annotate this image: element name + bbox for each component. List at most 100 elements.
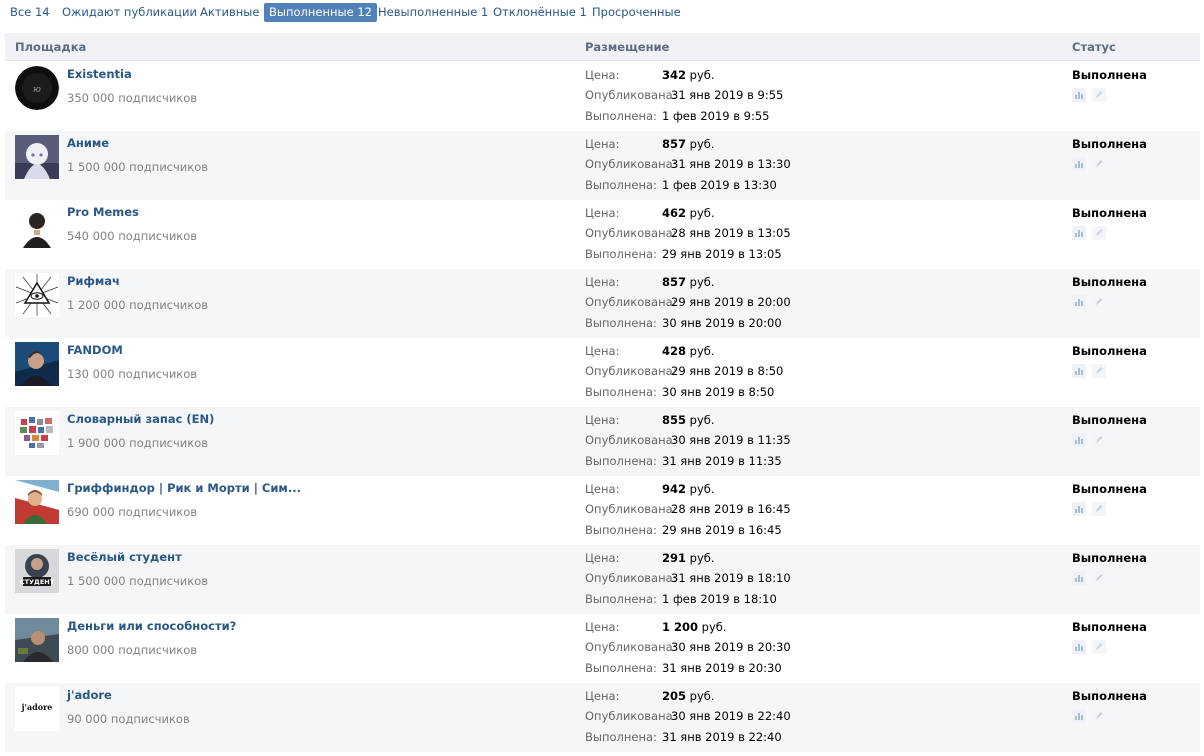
tab-completed[interactable]: Выполненные 12 — [264, 3, 377, 22]
stats-icon[interactable] — [1072, 570, 1086, 585]
price-amount: 205 — [662, 689, 687, 703]
price-label: Цена: — [585, 620, 620, 634]
subscriber-count: 350 000 подписчиков — [67, 91, 198, 105]
published-label: Опубликована: — [585, 364, 677, 378]
published-date: 29 янв 2019 в 8:50 — [671, 364, 784, 378]
status-label: Выполнена — [1072, 413, 1147, 427]
stats-icon[interactable] — [1072, 156, 1086, 171]
edit-icon[interactable] — [1092, 294, 1106, 309]
platform-name-link[interactable]: Словарный запас (EN) — [67, 412, 214, 426]
price-currency: руб. — [701, 620, 727, 634]
tab-all[interactable]: Все 14 — [10, 3, 50, 22]
edit-icon[interactable] — [1092, 570, 1106, 585]
gryffindor-avatar[interactable] — [15, 480, 59, 524]
stats-icon[interactable] — [1072, 294, 1086, 309]
price-amount: 291 — [662, 551, 687, 565]
price-currency: руб. — [689, 275, 715, 289]
student-avatar[interactable]: СТУДЕНТ — [15, 549, 59, 593]
platform-name-link[interactable]: FANDOM — [67, 343, 123, 357]
anime-avatar[interactable] — [15, 135, 59, 179]
done-date: 31 янв 2019 в 22:40 — [662, 730, 782, 744]
price-currency: руб. — [689, 551, 715, 565]
edit-icon[interactable] — [1092, 363, 1106, 378]
price-value: 857 руб. — [662, 137, 715, 151]
column-placement: Размещение — [585, 40, 670, 54]
published-label: Опубликована: — [585, 709, 677, 723]
edit-icon[interactable] — [1092, 639, 1106, 654]
edit-icon[interactable] — [1092, 501, 1106, 516]
tab-not-completed[interactable]: Невыполненные 1 — [378, 3, 488, 22]
platform-name-link[interactable]: Pro Memes — [67, 205, 139, 219]
published-date: 30 янв 2019 в 11:35 — [671, 433, 791, 447]
tab-rejected[interactable]: Отклонённые 1 — [493, 3, 587, 22]
published-label: Опубликована: — [585, 226, 677, 240]
subscriber-count: 690 000 подписчиков — [67, 505, 198, 519]
price-currency: руб. — [689, 137, 715, 151]
stats-icon[interactable] — [1072, 363, 1086, 378]
stats-icon[interactable] — [1072, 708, 1086, 723]
filter-tabs: Все 14 Ожидают публикации Активные Выпол… — [0, 0, 1204, 24]
done-date: 29 янв 2019 в 13:05 — [662, 247, 782, 261]
done-label: Выполнена: — [585, 385, 657, 399]
price-value: 342 руб. — [662, 68, 715, 82]
price-label: Цена: — [585, 206, 620, 220]
existentia-avatar[interactable]: ю — [15, 66, 59, 110]
status-label: Выполнена — [1072, 275, 1147, 289]
platform-name-link[interactable]: Гриффиндор | Рик и Морти | Сим... — [67, 481, 301, 495]
price-currency: руб. — [689, 689, 715, 703]
price-value: 942 руб. — [662, 482, 715, 496]
edit-icon[interactable] — [1092, 708, 1106, 723]
stats-icon[interactable] — [1072, 87, 1086, 102]
done-date: 30 янв 2019 в 8:50 — [662, 385, 775, 399]
published-label: Опубликована: — [585, 157, 677, 171]
published-date: 30 янв 2019 в 20:30 — [671, 640, 791, 654]
published-date: 28 янв 2019 в 16:45 — [671, 502, 791, 516]
edit-icon[interactable] — [1092, 432, 1106, 447]
platform-name-link[interactable]: Деньги или способности? — [67, 619, 236, 633]
status-label: Выполнена — [1072, 344, 1147, 358]
edit-icon[interactable] — [1092, 156, 1106, 171]
platform-name-link[interactable]: Рифмач — [67, 274, 120, 288]
table-row: j'adore j'adore 90 000 подписчиков Цена: 205… — [5, 683, 1200, 752]
platform-name-link[interactable]: Existentia — [67, 67, 132, 81]
status-label: Выполнена — [1072, 137, 1147, 151]
platform-name-link[interactable]: j'adore — [67, 688, 112, 702]
price-amount: 855 — [662, 413, 687, 427]
published-date: 31 янв 2019 в 18:10 — [671, 571, 791, 585]
price-label: Цена: — [585, 551, 620, 565]
stats-icon[interactable] — [1072, 432, 1086, 447]
platform-name-link[interactable]: Весёлый студент — [67, 550, 182, 564]
price-currency: руб. — [689, 413, 715, 427]
stats-icon[interactable] — [1072, 501, 1086, 516]
published-label: Опубликована: — [585, 433, 677, 447]
tab-awaiting-publication[interactable]: Ожидают публикации — [62, 3, 197, 22]
published-date: 28 янв 2019 в 13:05 — [671, 226, 791, 240]
status-label: Выполнена — [1072, 551, 1147, 565]
published-label: Опубликована: — [585, 640, 677, 654]
stats-icon[interactable] — [1072, 639, 1086, 654]
subscriber-count: 1 500 000 подписчиков — [67, 160, 209, 174]
edit-icon[interactable] — [1092, 225, 1106, 240]
status-label: Выполнена — [1072, 689, 1147, 703]
platform-name-link[interactable]: Аниме — [67, 136, 109, 150]
done-label: Выполнена: — [585, 109, 657, 123]
vocabulary-avatar[interactable] — [15, 411, 59, 455]
money-avatar[interactable] — [15, 618, 59, 662]
jadore-avatar[interactable]: j'adore — [15, 687, 59, 731]
price-label: Цена: — [585, 413, 620, 427]
stats-icon[interactable] — [1072, 225, 1086, 240]
price-label: Цена: — [585, 68, 620, 82]
fandom-avatar[interactable] — [15, 342, 59, 386]
price-currency: руб. — [689, 344, 715, 358]
tab-overdue[interactable]: Просроченные — [592, 3, 681, 22]
subscriber-count: 1 200 000 подписчиков — [67, 298, 209, 312]
edit-icon[interactable] — [1092, 87, 1106, 102]
published-label: Опубликована: — [585, 571, 677, 585]
price-value: 291 руб. — [662, 551, 715, 565]
rifmach-avatar[interactable] — [15, 273, 59, 317]
price-value: 855 руб. — [662, 413, 715, 427]
done-label: Выполнена: — [585, 730, 657, 744]
pro-memes-avatar[interactable] — [15, 204, 59, 248]
table-row: СТУДЕНТ Весёлый студент 1 500 000 подписчи… — [5, 545, 1200, 614]
tab-active[interactable]: Активные — [200, 3, 259, 22]
